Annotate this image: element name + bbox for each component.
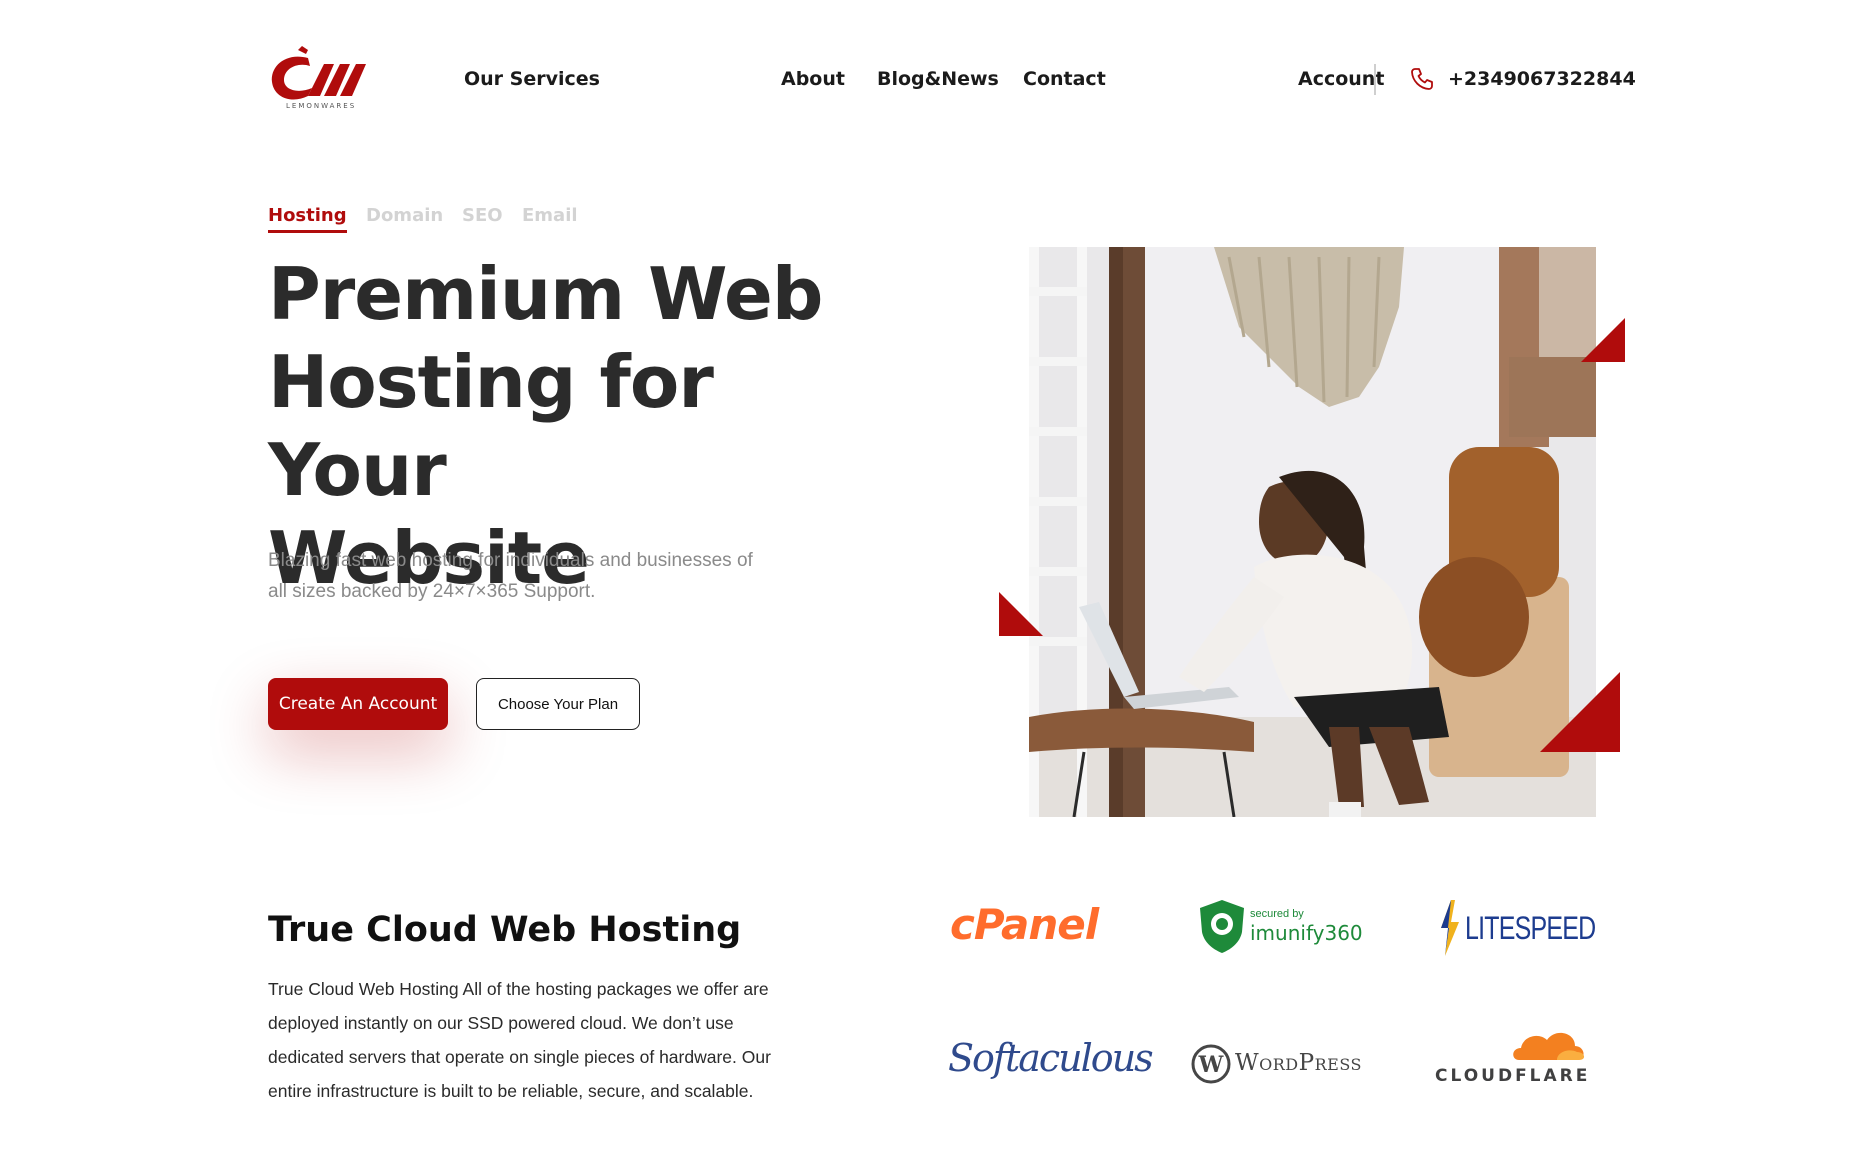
hero-subtitle-line: all sizes backed by 24×7×365 Support. (268, 581, 596, 602)
hero-photo-woman-laptop (1029, 247, 1596, 817)
decor-triangle (999, 592, 1043, 636)
cloud-hosting-line: dedicated servers that operate on single… (268, 1047, 771, 1067)
nav-account[interactable]: Account (1298, 68, 1384, 90)
phone-number[interactable]: +2349067322844 (1448, 68, 1636, 90)
tab-hosting[interactable]: Hosting (268, 205, 347, 233)
wordpress-logo: W WordPress (1191, 1044, 1361, 1088)
cloud-hosting-line: True Cloud Web Hosting All of the hostin… (268, 979, 769, 999)
decor-triangle (1581, 318, 1625, 362)
imunify360-logo: secured by imunify360 (1198, 898, 1363, 958)
imunify-text: imunify360 (1250, 921, 1363, 945)
litespeed-text: LITESPEED (1465, 910, 1596, 946)
cloud-hosting-line: entire infrastructure is built to be rel… (268, 1081, 754, 1101)
cloud-hosting-title: True Cloud Web Hosting (268, 910, 742, 950)
choose-plan-button[interactable]: Choose Your Plan (476, 678, 640, 730)
cpanel-logo-text: cPanel (950, 900, 1099, 949)
softaculous-logo: Softaculous (948, 1036, 1154, 1080)
hero-title-line: Hosting for Your (268, 340, 714, 512)
cpanel-logo: cPanel (950, 900, 1099, 949)
cloud-hosting-line: deployed instantly on our SSD powered cl… (268, 1013, 734, 1033)
wordpress-icon: W (1191, 1044, 1231, 1084)
nav-divider (1374, 64, 1376, 95)
softaculous-text: Softaculous (948, 1036, 1154, 1080)
lightning-icon (1441, 900, 1459, 956)
hero-subtitle: Blazing fast web hosting for individuals… (268, 545, 808, 607)
hero-title-line: Premium Web (268, 252, 823, 336)
wordpress-text: WordPress (1235, 1050, 1362, 1076)
phone-icon (1410, 67, 1434, 91)
svg-text:W: W (1198, 1052, 1224, 1078)
logo-wordmark: LEMONWARES (286, 102, 357, 110)
cloudflare-logo: CLOUDFLARE (1435, 1026, 1587, 1090)
cloudflare-text: CLOUDFLARE (1435, 1066, 1591, 1086)
imunify-small-text: secured by (1250, 908, 1304, 920)
lemonwares-logo[interactable]: LEMONWARES (268, 44, 374, 116)
nav-blog-news[interactable]: Blog&News (877, 68, 999, 90)
nav-contact[interactable]: Contact (1023, 68, 1106, 90)
cloud-hosting-description: True Cloud Web Hosting All of the hostin… (268, 972, 808, 1108)
create-account-button[interactable]: Create An Account (268, 678, 448, 730)
decor-triangle (1540, 672, 1620, 752)
tab-domain[interactable]: Domain (366, 205, 443, 226)
shield-icon (1200, 900, 1244, 953)
tab-email[interactable]: Email (522, 205, 578, 226)
nav-our-services[interactable]: Our Services (464, 68, 600, 90)
cloud-icon (1513, 1032, 1585, 1060)
litespeed-logo: LITESPEED (1437, 898, 1596, 958)
hero-subtitle-line: Blazing fast web hosting for individuals… (268, 550, 753, 571)
tab-seo[interactable]: SEO (462, 205, 503, 226)
nav-about[interactable]: About (781, 68, 845, 90)
